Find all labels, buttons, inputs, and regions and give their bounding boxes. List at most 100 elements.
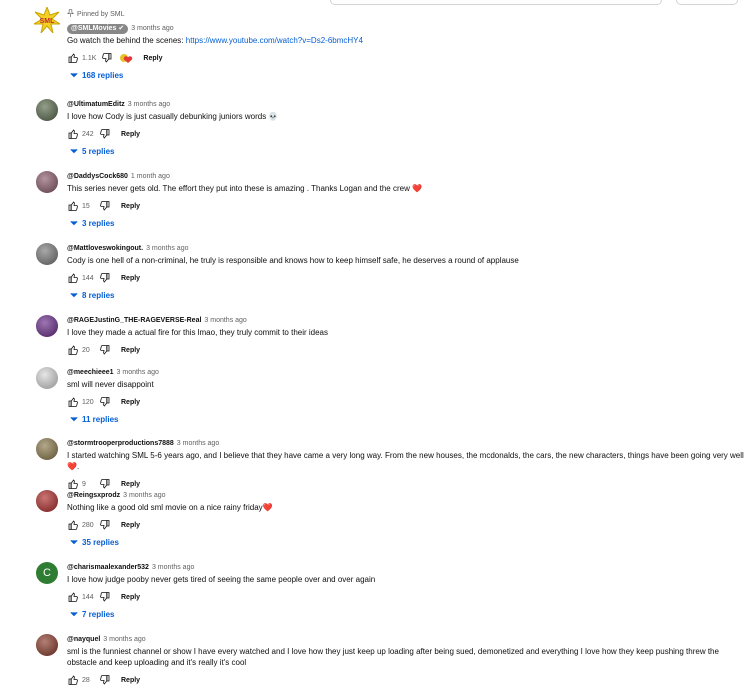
like-button[interactable] [67,591,79,603]
dislike-button[interactable] [99,344,111,356]
comment-time[interactable]: 3 months ago [128,101,170,108]
comment-author[interactable]: @charismaalexander532 [67,564,149,571]
comment-actions: 20 Reply [67,343,747,357]
like-button[interactable] [67,200,79,212]
comment-time[interactable]: 3 months ago [123,492,165,499]
comment-author[interactable]: @DaddysCock680 [67,173,128,180]
comment-author[interactable]: @UltimatumEditz [67,101,125,108]
comment-time[interactable]: 3 months ago [131,25,173,32]
thumbs-down-icon [102,53,112,63]
view-replies-button[interactable]: 8 replies [70,291,747,300]
comment-text: This series never gets old. The effort t… [67,183,747,194]
reply-button[interactable]: Reply [121,594,140,601]
like-count: 144 [82,274,94,282]
comment-link[interactable]: https://www.youtube.com/watch?v=Ds2-6bmc… [186,36,363,45]
avatar[interactable]: SML [34,7,60,33]
like-count: 28 [82,676,90,684]
comment-text-content: I started watching SML 5-6 years ago, an… [67,451,744,460]
like-button[interactable] [67,128,79,140]
reply-button[interactable]: Reply [121,203,140,210]
comment-actions: 120 Reply [67,395,747,409]
dislike-button[interactable] [99,674,111,686]
thumbs-up-icon [68,129,78,139]
dislike-button[interactable] [99,478,111,490]
view-replies-button[interactable]: 35 replies [70,538,747,547]
comment-text: Cody is one hell of a non-criminal, he t… [67,255,747,266]
comment-time[interactable]: 3 months ago [204,317,246,324]
verified-check-icon: ✔ [118,25,125,32]
heart-emoji: ❤️ [412,184,423,193]
reply-button[interactable]: Reply [121,399,140,406]
avatar[interactable] [36,99,58,121]
dislike-button[interactable] [99,591,111,603]
comment-time[interactable]: 3 months ago [177,440,219,447]
reply-button[interactable]: Reply [121,131,140,138]
view-replies-button[interactable]: 168 replies [70,71,747,80]
dislike-button[interactable] [101,52,113,64]
dislike-button[interactable] [99,128,111,140]
author-name: @stormtrooperproductions7888 [67,440,174,447]
like-count: 15 [82,202,90,210]
comment-author[interactable]: @SMLMovies ✔ [67,24,129,34]
thumbs-down-icon [100,397,110,407]
comment-text: Go watch the behind the scenes: https://… [67,35,747,46]
thumbs-up-icon [68,397,78,407]
view-replies-button[interactable]: 5 replies [70,147,747,156]
comment-time[interactable]: 3 months ago [152,564,194,571]
reply-button[interactable]: Reply [121,347,140,354]
like-button[interactable] [67,674,79,686]
comment-text-content: Cody is one hell of a non-criminal, he t… [67,256,519,265]
comment-author[interactable]: @RAGEJustinG_THE-RAGEVERSE-Real [67,317,201,324]
dislike-button[interactable] [99,519,111,531]
replies-count: 5 replies [82,147,115,156]
comment-time[interactable]: 1 month ago [131,173,170,180]
reply-button[interactable]: Reply [121,677,140,684]
comment-text-content: This series never gets old. The effort t… [67,184,413,193]
like-button[interactable] [67,52,79,64]
comment-actions: 242 Reply [67,127,747,141]
avatar[interactable]: C [36,562,58,584]
like-count: 9 [82,480,86,488]
comment-author[interactable]: @Mattloveswokingout. [67,245,143,252]
view-replies-button[interactable]: 3 replies [70,219,747,228]
dislike-button[interactable] [99,272,111,284]
comment-actions: 1.1K Reply [67,51,747,65]
comment-time[interactable]: 3 months ago [146,245,188,252]
chevron-down-icon [70,415,78,424]
avatar[interactable] [36,634,58,656]
avatar[interactable] [36,171,58,193]
replies-count: 11 replies [82,415,119,424]
thumbs-down-icon [100,273,110,283]
chevron-down-icon [70,147,78,156]
like-button[interactable] [67,478,79,490]
comment-author[interactable]: @nayquel [67,636,100,643]
comment-author[interactable]: @Reingsxprodz [67,492,120,499]
like-button[interactable] [67,396,79,408]
avatar[interactable] [36,243,58,265]
comment-actions: 144 Reply [67,271,747,285]
dislike-button[interactable] [99,396,111,408]
comment-time[interactable]: 3 months ago [103,636,145,643]
view-replies-button[interactable]: 7 replies [70,610,747,619]
like-button[interactable] [67,272,79,284]
dislike-button[interactable] [99,200,111,212]
like-button[interactable] [67,519,79,531]
reply-button[interactable]: Reply [143,55,162,62]
reply-button[interactable]: Reply [121,481,140,488]
thumbs-down-icon [100,129,110,139]
avatar[interactable] [36,490,58,512]
thumbs-up-icon [68,675,78,685]
view-replies-button[interactable]: 11 replies [70,415,747,424]
replies-count: 3 replies [82,219,115,228]
avatar[interactable] [36,315,58,337]
comment-time[interactable]: 3 months ago [117,369,159,376]
comment-text-content: I love they made a actual fire for this … [67,328,328,337]
thumbs-up-icon [68,479,78,489]
avatar[interactable] [36,438,58,460]
avatar[interactable] [36,367,58,389]
comment-author[interactable]: @stormtrooperproductions7888 [67,440,174,447]
comment-author[interactable]: @meechieee1 [67,369,114,376]
reply-button[interactable]: Reply [121,522,140,529]
reply-button[interactable]: Reply [121,275,140,282]
like-button[interactable] [67,344,79,356]
